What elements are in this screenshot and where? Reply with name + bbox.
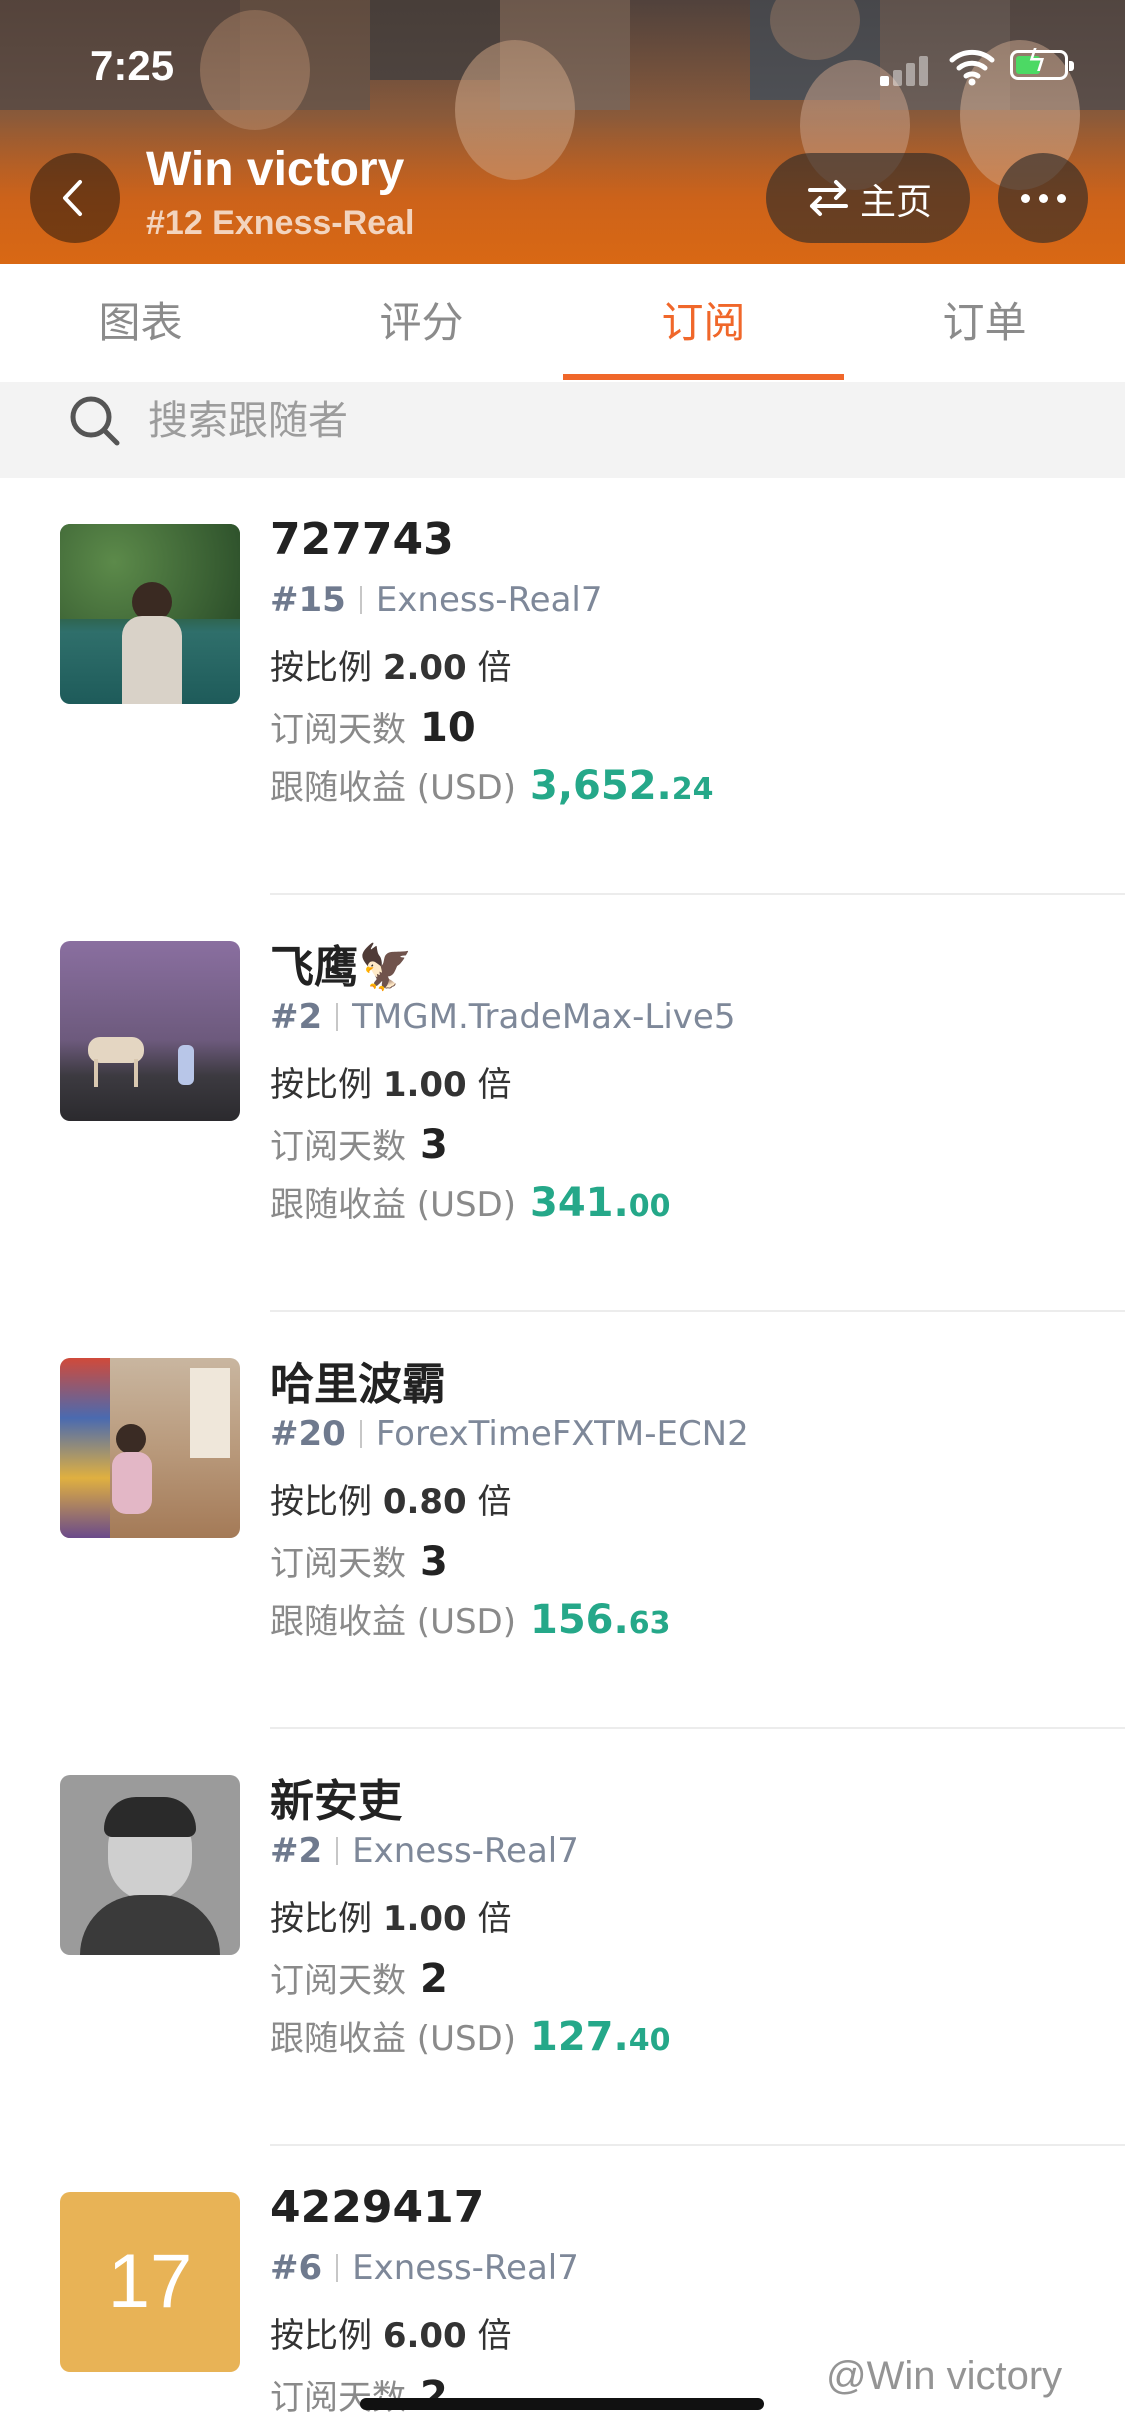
subscriber-rank: #6 <box>270 2248 323 2288</box>
list-item[interactable]: 飞鹰🦅 #2 TMGM.TradeMax-Live5 按比例 1.00 倍 订阅天… <box>0 895 1125 1312</box>
follow-profit-decimals: 40 <box>628 2023 671 2058</box>
subscriber-name: 新安吏 <box>270 1776 402 1827</box>
active-tab-indicator <box>563 374 844 380</box>
subscription-days-value: 3 <box>420 1122 448 1168</box>
follow-profit: 跟随收益 (USD) 156.63 <box>270 1597 671 1643</box>
avatar-text: 17 <box>107 2239 193 2324</box>
tab-orders[interactable]: 订单 <box>844 264 1125 382</box>
follow-profit: 跟随收益 (USD) 341.00 <box>270 1180 671 1226</box>
subscription-days-value: 10 <box>420 705 476 751</box>
avatar: 17 <box>60 2192 240 2372</box>
more-button[interactable] <box>998 153 1088 243</box>
battery-charging-icon: ϟ <box>1010 47 1074 80</box>
subscriber-name: 4229417 <box>270 2182 485 2233</box>
list-item[interactable]: 727743 #15 Exness-Real7 按比例 2.00 倍 订阅天数 10… <box>0 478 1125 895</box>
home-indicator[interactable] <box>360 2398 764 2410</box>
follow-profit: 跟随收益 (USD) 3,652.24 <box>270 763 714 809</box>
subscriber-rank: #20 <box>270 1414 346 1454</box>
copy-ratio-value: 2.00 <box>382 648 467 688</box>
subscriber-server: ForexTimeFXTM-ECN2 <box>375 1414 749 1454</box>
subscription-days: 订阅天数 3 <box>270 1122 448 1168</box>
page-subtitle: #12 Exness-Real <box>146 204 415 242</box>
wifi-icon <box>949 49 995 86</box>
tab-bar: 图表 评分 订阅 订单 <box>0 264 1125 384</box>
tab-chart[interactable]: 图表 <box>0 264 281 382</box>
subscriber-rank: #2 <box>270 1831 323 1871</box>
page-title: Win victory <box>146 143 405 196</box>
copy-ratio: 按比例 6.00 倍 <box>270 2316 512 2356</box>
subscriber-server: Exness-Real7 <box>352 2248 579 2288</box>
swap-arrows-icon <box>808 180 848 216</box>
subscriber-rank-server: #20 ForexTimeFXTM-ECN2 <box>270 1414 749 1454</box>
copy-ratio: 按比例 1.00 倍 <box>270 1899 512 1939</box>
subscriber-rank: #15 <box>270 580 346 620</box>
subscription-days-value: 3 <box>420 1539 448 1585</box>
subscription-days-value: 2 <box>420 1956 448 2002</box>
subscriber-server: Exness-Real7 <box>352 1831 579 1871</box>
tab-subscriptions[interactable]: 订阅 <box>563 264 844 382</box>
follow-profit-value: 3,652. <box>530 763 672 809</box>
home-button-label: 主页 <box>860 182 933 223</box>
subscription-days: 订阅天数 10 <box>270 705 476 751</box>
subscriber-rank-server: #2 Exness-Real7 <box>270 1831 579 1871</box>
copy-ratio: 按比例 2.00 倍 <box>270 648 512 688</box>
home-button[interactable]: 主页 <box>766 153 970 243</box>
signal-icon <box>880 52 932 86</box>
tab-rating[interactable]: 评分 <box>281 264 562 382</box>
avatar <box>60 1775 240 1955</box>
subscriber-name: 飞鹰🦅 <box>270 942 413 993</box>
subscription-days: 订阅天数 2 <box>270 2373 448 2419</box>
copy-ratio-value: 1.00 <box>382 1899 467 1939</box>
subscriber-name: 哈里波霸 <box>270 1359 446 1410</box>
avatar <box>60 1358 240 1538</box>
follow-profit-decimals: 63 <box>628 1606 671 1641</box>
copy-ratio-value: 1.00 <box>382 1065 467 1105</box>
list-item[interactable]: 哈里波霸 #20 ForexTimeFXTM-ECN2 按比例 0.80 倍 订阅… <box>0 1312 1125 1729</box>
watermark: @Win victory <box>826 2354 1063 2398</box>
status-time: 7:25 <box>90 42 175 89</box>
follow-profit-value: 341. <box>530 1180 629 1226</box>
subscriber-server: TMGM.TradeMax-Live5 <box>352 997 736 1037</box>
back-button[interactable] <box>30 153 120 243</box>
copy-ratio-value: 0.80 <box>382 1482 467 1522</box>
subscriber-server: Exness-Real7 <box>375 580 603 620</box>
subscriber-rank-server: #6 Exness-Real7 <box>270 2248 579 2288</box>
app-header: 7:25 ϟ Win victory #12 Exness-Real 主页 <box>0 0 1125 264</box>
follow-profit-decimals: 00 <box>628 1189 671 1224</box>
subscriber-rank-server: #2 TMGM.TradeMax-Live5 <box>270 997 735 1037</box>
avatar <box>60 524 240 704</box>
follow-profit-value: 156. <box>530 1597 629 1643</box>
search-input[interactable] <box>148 388 1048 454</box>
follow-profit: 跟随收益 (USD) 127.40 <box>270 2014 671 2060</box>
follow-profit-decimals: 24 <box>671 772 714 807</box>
chevron-left-icon <box>63 180 82 216</box>
list-item[interactable]: 新安吏 #2 Exness-Real7 按比例 1.00 倍 订阅天数 2 跟随收益… <box>0 1729 1125 2146</box>
subscriber-rank: #2 <box>270 997 323 1037</box>
subscription-days: 订阅天数 2 <box>270 1956 448 2002</box>
subscription-days-value: 2 <box>420 2373 448 2419</box>
avatar <box>60 941 240 1121</box>
copy-ratio-value: 6.00 <box>382 2316 467 2356</box>
copy-ratio: 按比例 0.80 倍 <box>270 1482 512 1522</box>
search-icon <box>70 396 120 446</box>
subscriber-rank-server: #15 Exness-Real7 <box>270 580 603 620</box>
subscription-days: 订阅天数 3 <box>270 1539 448 1585</box>
subscriber-name: 727743 <box>270 514 454 565</box>
copy-ratio: 按比例 1.00 倍 <box>270 1065 512 1105</box>
follow-profit-value: 127. <box>530 2014 629 2060</box>
